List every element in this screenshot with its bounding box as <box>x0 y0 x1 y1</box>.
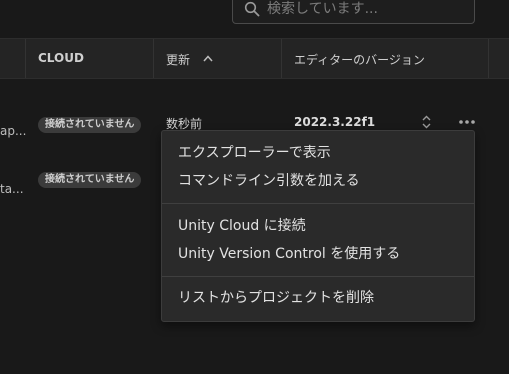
menu-item-add-command-line-arguments[interactable]: コマンドライン引数を加える <box>162 168 474 194</box>
column-divider[interactable] <box>281 39 282 78</box>
menu-divider <box>162 203 474 204</box>
project-context-menu: エクスプローラーで表示 コマンドライン引数を加える Unity Cloud に接… <box>161 130 475 322</box>
project-name-fragment: ap... <box>0 124 27 138</box>
table-header: CLOUD 更新 エディターのバージョン <box>0 38 509 79</box>
column-divider[interactable] <box>153 39 154 78</box>
menu-item-show-in-explorer[interactable]: エクスプローラーで表示 <box>162 140 474 166</box>
editor-version: 2022.3.22f1 <box>294 115 376 129</box>
search-icon <box>244 1 260 17</box>
column-header-editor-version[interactable]: エディターのバージョン <box>294 51 425 68</box>
column-divider[interactable] <box>25 39 26 78</box>
menu-divider <box>162 276 474 277</box>
up-down-chevron-icon[interactable] <box>421 114 432 130</box>
column-divider[interactable] <box>488 39 489 78</box>
menu-item-connect-unity-cloud[interactable]: Unity Cloud に接続 <box>162 213 474 239</box>
projects-window: CLOUD 更新 エディターのバージョン ap... 接続されていません 数秒前… <box>0 0 509 374</box>
search-input[interactable] <box>267 0 467 19</box>
search-box[interactable] <box>232 0 475 24</box>
column-header-cloud[interactable]: CLOUD <box>38 51 84 65</box>
more-horizontal-icon[interactable] <box>457 118 477 126</box>
cloud-status-badge: 接続されていません <box>38 172 142 188</box>
cloud-status-badge: 接続されていません <box>38 117 142 133</box>
menu-item-remove-project[interactable]: リストからプロジェクトを削除 <box>162 285 474 311</box>
menu-item-use-version-control[interactable]: Unity Version Control を使用する <box>162 241 474 267</box>
project-name-fragment: ta... <box>0 182 24 196</box>
chevron-up-icon[interactable] <box>203 54 213 62</box>
column-header-updated[interactable]: 更新 <box>166 51 190 68</box>
